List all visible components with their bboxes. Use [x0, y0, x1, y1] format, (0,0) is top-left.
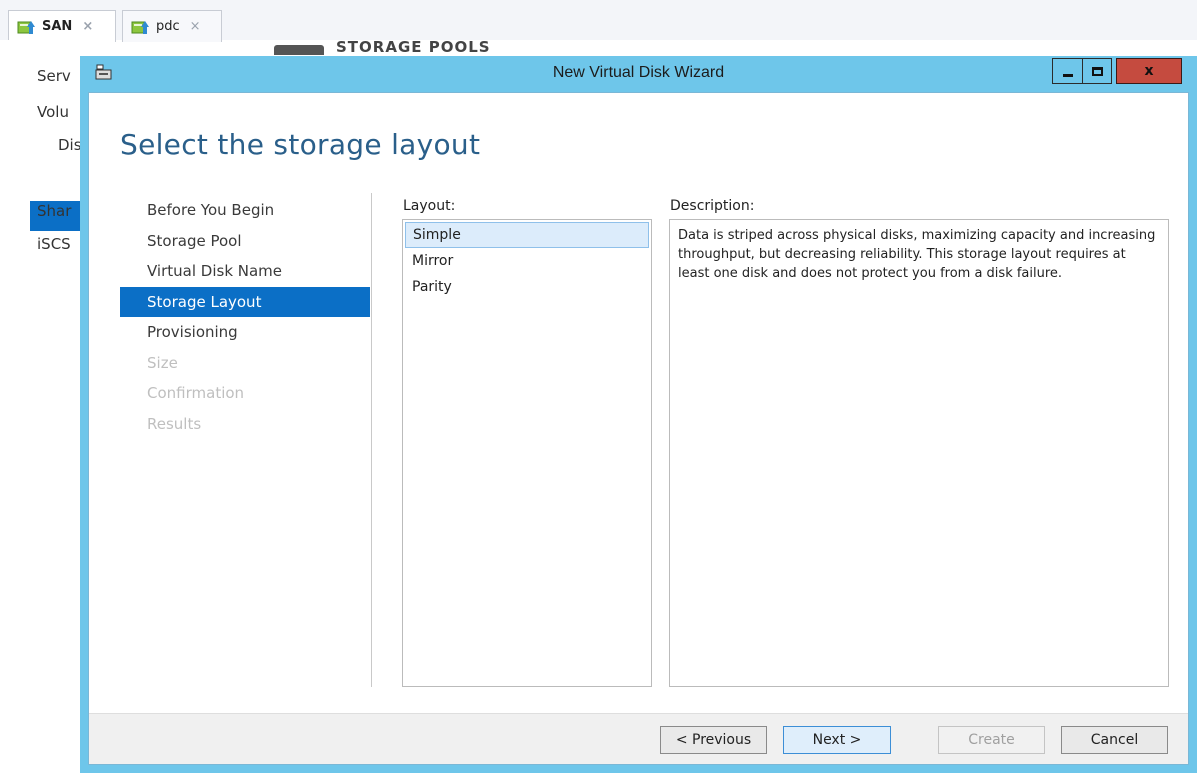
maximize-button[interactable]: [1082, 58, 1112, 84]
step-virtual-disk-name[interactable]: Virtual Disk Name: [120, 256, 370, 287]
page-title: Select the storage layout: [120, 128, 481, 161]
minimize-button[interactable]: [1052, 58, 1082, 84]
previous-button[interactable]: < Previous: [660, 726, 767, 754]
description-label: Description:: [670, 198, 755, 214]
tab-pdc[interactable]: pdc ×: [122, 10, 222, 42]
step-storage-layout[interactable]: Storage Layout: [120, 286, 370, 317]
cancel-button[interactable]: Cancel: [1061, 726, 1168, 754]
steps-divider: [371, 193, 372, 687]
create-button: Create: [938, 726, 1045, 754]
layout-label: Layout:: [403, 198, 456, 214]
description-text: Data is striped across physical disks, m…: [669, 219, 1169, 687]
tab-label: SAN: [42, 19, 73, 34]
background-heading: STORAGE POOLS: [336, 38, 491, 52]
window-title: New Virtual Disk Wizard: [552, 64, 725, 81]
step-before-you-begin[interactable]: Before You Begin: [120, 195, 370, 226]
tab-label: pdc: [156, 19, 180, 34]
server-icon: [17, 19, 37, 35]
close-icon[interactable]: ×: [190, 19, 201, 34]
button-bar: < Previous Next > Create Cancel: [89, 713, 1188, 764]
minimize-icon: [1062, 73, 1073, 77]
nav-item-shares[interactable]: Shar: [37, 202, 71, 220]
close-icon: x: [1144, 63, 1154, 79]
close-button[interactable]: x: [1116, 58, 1182, 84]
nav-item-disks[interactable]: Dis: [58, 136, 82, 154]
step-confirmation: Confirmation: [147, 384, 245, 402]
tab-bar: SAN × pdc ×: [0, 0, 1197, 42]
nav-item-storage-pools[interactable]: Sto: [41, 166, 66, 184]
close-icon[interactable]: ×: [82, 19, 93, 34]
background-nav: Serv Volu Dis Sto Shar iSCS: [0, 40, 90, 773]
wizard-client: Select the storage layout Before You Beg…: [88, 92, 1189, 765]
nav-item-servers[interactable]: Serv: [37, 67, 71, 85]
title-bar[interactable]: New Virtual Disk Wizard x: [80, 56, 1197, 92]
wizard-steps: Before You Begin Storage Pool Virtual Di…: [120, 195, 370, 439]
next-button[interactable]: Next >: [783, 726, 891, 754]
layout-item-parity[interactable]: Parity: [405, 274, 649, 300]
server-icon: [131, 19, 151, 35]
layout-item-simple[interactable]: Simple: [405, 222, 649, 248]
step-provisioning[interactable]: Provisioning: [120, 317, 370, 348]
layout-list[interactable]: Simple Mirror Parity: [402, 219, 652, 687]
nav-item-volumes[interactable]: Volu: [37, 103, 69, 121]
nav-item-iscsi[interactable]: iSCS: [37, 235, 71, 253]
tab-san[interactable]: SAN ×: [8, 10, 116, 42]
storage-pool-icon: [274, 45, 324, 55]
maximize-icon: [1091, 66, 1103, 76]
step-storage-pool[interactable]: Storage Pool: [120, 226, 370, 257]
step-results: Results: [147, 414, 202, 433]
step-size: Size: [147, 353, 178, 372]
layout-item-mirror[interactable]: Mirror: [405, 248, 649, 274]
wizard-window: New Virtual Disk Wizard x Select the sto…: [80, 56, 1197, 773]
